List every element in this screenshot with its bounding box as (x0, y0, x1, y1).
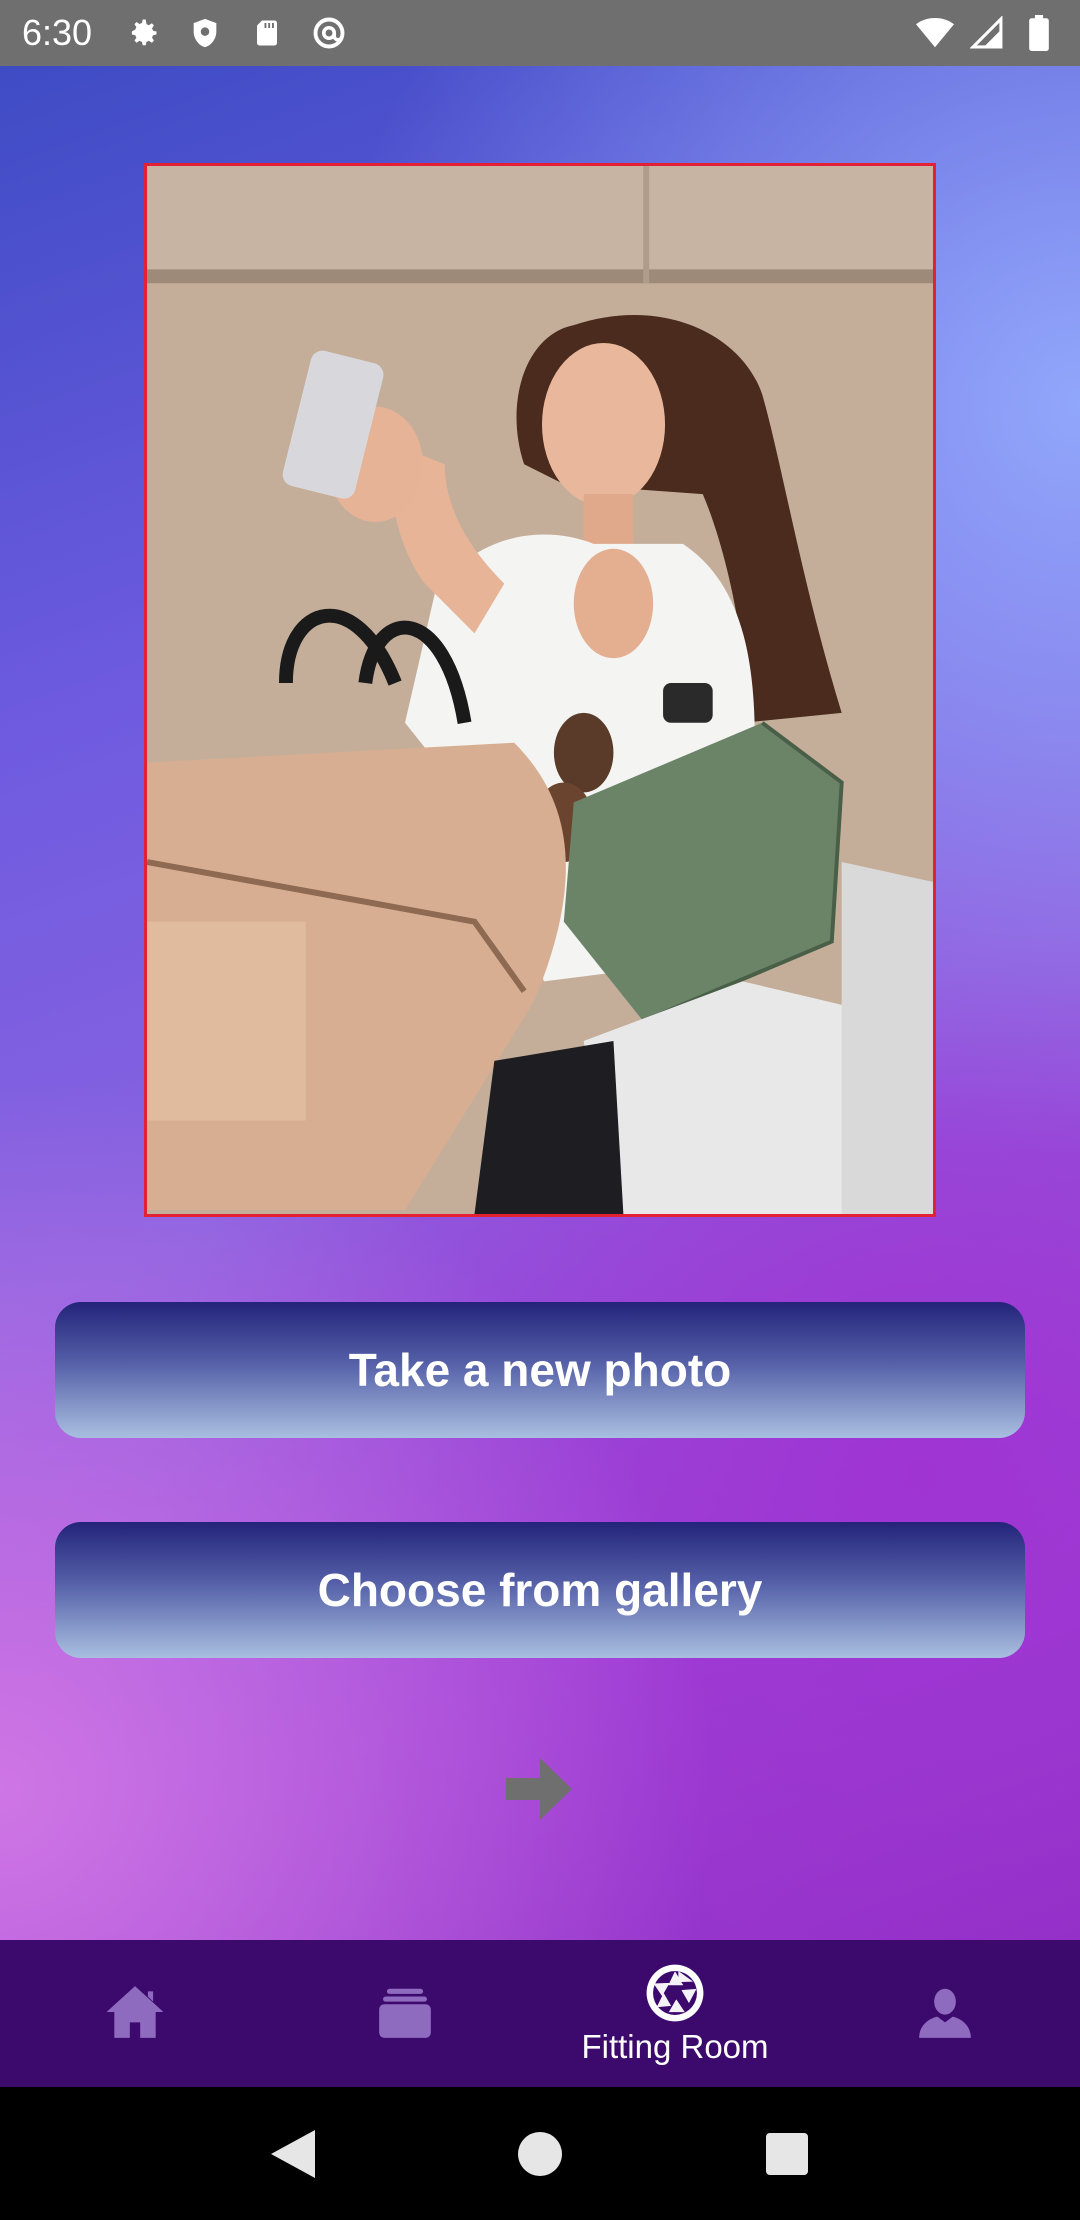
system-navigation-bar (0, 2087, 1080, 2220)
nav-profile[interactable] (810, 1940, 1080, 2087)
cards-icon (379, 1988, 431, 2038)
home-circle-icon[interactable] (510, 2124, 570, 2184)
at-sign-icon (310, 14, 348, 52)
nav-fitting-room[interactable]: Fitting Room (540, 1940, 810, 2087)
home-icon (106, 1985, 164, 2038)
bottom-navigation: Fitting Room (0, 1940, 1080, 2087)
nav-home[interactable] (0, 1940, 270, 2087)
next-arrow-icon[interactable] (506, 1758, 572, 1820)
shield-icon (186, 14, 224, 52)
status-time: 6:30 (22, 12, 93, 53)
fitting-room-screen: Take a new photo Choose from gallery (0, 66, 1080, 1940)
status-icons-left (124, 14, 348, 52)
status-icons-right (916, 14, 1058, 52)
battery-icon (1020, 14, 1058, 52)
nav-fitting-room-label: Fitting Room (581, 2027, 769, 2065)
nav-cards[interactable] (270, 1940, 540, 2087)
camera-aperture-icon (646, 1964, 704, 2021)
wifi-icon (916, 14, 954, 52)
take-new-photo-button[interactable]: Take a new photo (55, 1302, 1025, 1438)
photo-illustration (147, 166, 933, 1214)
gear-icon (124, 14, 162, 52)
status-bar: 6:30 (0, 0, 1080, 66)
back-icon[interactable] (263, 2124, 323, 2184)
choose-from-gallery-button[interactable]: Choose from gallery (55, 1522, 1025, 1658)
recents-icon[interactable] (757, 2124, 817, 2184)
signal-icon (968, 14, 1006, 52)
selected-photo (144, 163, 936, 1217)
sd-card-icon (248, 14, 286, 52)
profile-icon (919, 1988, 971, 2038)
